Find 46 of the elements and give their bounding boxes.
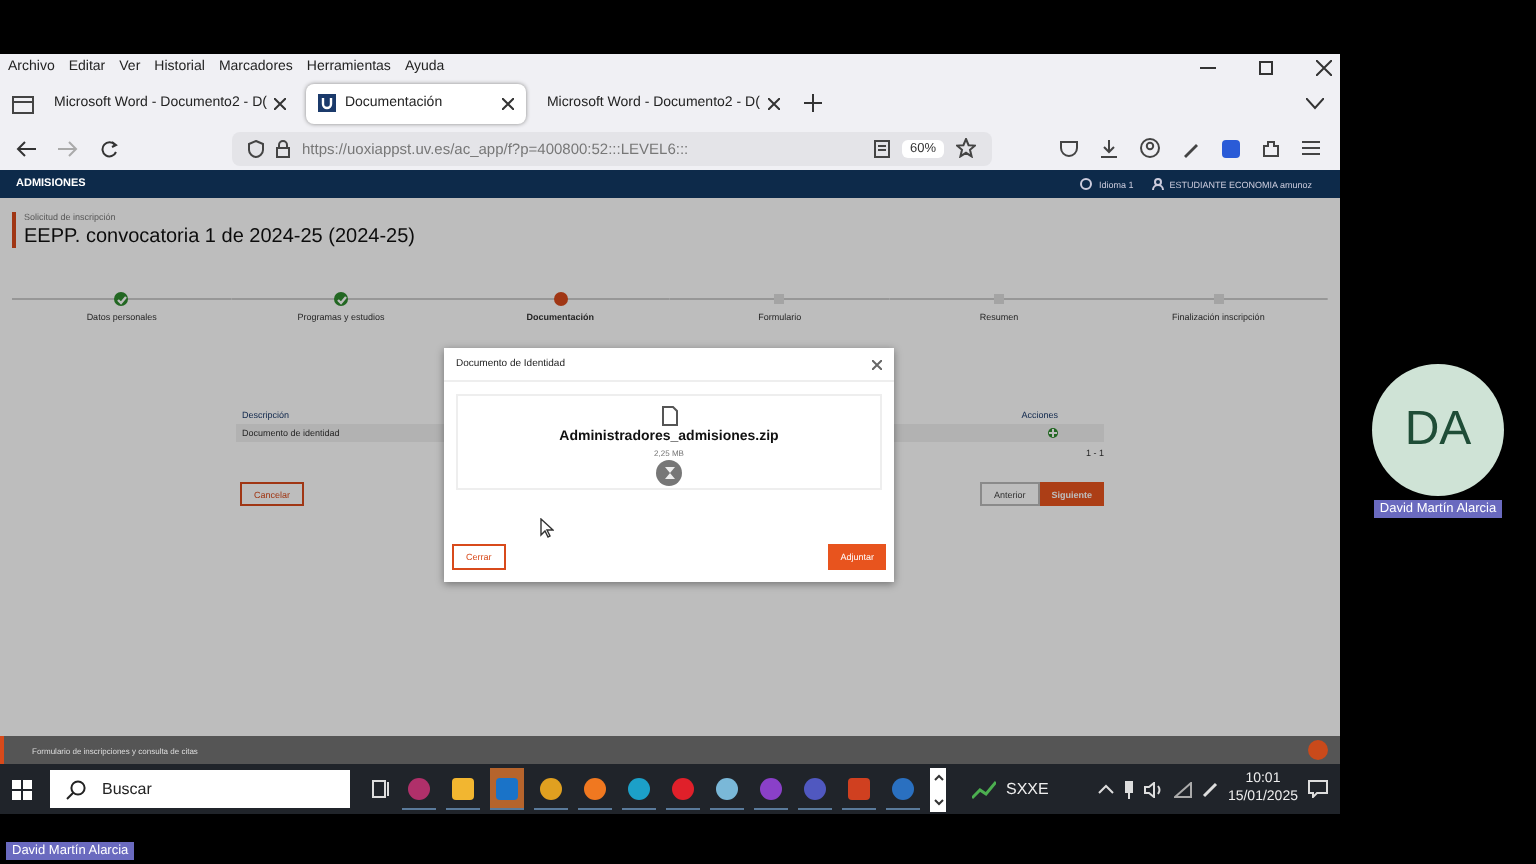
close-icon[interactable] bbox=[872, 359, 882, 369]
usb-icon[interactable] bbox=[1123, 779, 1134, 799]
add-icon[interactable] bbox=[1048, 428, 1058, 438]
menu-icon[interactable] bbox=[1302, 140, 1320, 156]
lock-icon bbox=[276, 139, 290, 157]
search-icon bbox=[66, 780, 86, 800]
pen-icon[interactable] bbox=[1201, 781, 1218, 797]
globe-icon bbox=[1080, 178, 1093, 190]
task-view-icon[interactable] bbox=[372, 780, 392, 798]
step-marker bbox=[553, 292, 568, 306]
file-icon bbox=[661, 406, 677, 426]
chevron-down-icon[interactable] bbox=[1306, 97, 1324, 109]
step-marker bbox=[774, 294, 785, 304]
page-title: EEPP. convocatoria 1 de 2024-25 (2024-25) bbox=[24, 226, 418, 248]
user-icon bbox=[1151, 178, 1164, 190]
windows-start-icon[interactable] bbox=[12, 779, 32, 799]
star-icon[interactable] bbox=[956, 138, 976, 158]
pen-icon[interactable] bbox=[1182, 139, 1200, 157]
speaker-icon[interactable] bbox=[1143, 781, 1164, 797]
step-check-icon bbox=[334, 292, 348, 306]
maximize-icon[interactable] bbox=[1258, 59, 1274, 75]
taskbar-search-field[interactable]: Buscar bbox=[50, 770, 350, 808]
reload-icon[interactable] bbox=[100, 139, 118, 157]
site-logo-icon bbox=[318, 94, 337, 112]
download-icon[interactable] bbox=[1100, 139, 1118, 157]
step-check-icon bbox=[114, 292, 129, 306]
step-marker bbox=[994, 294, 1005, 304]
participant-avatar: DA bbox=[1372, 364, 1504, 496]
close-icon[interactable] bbox=[274, 97, 287, 109]
new-tab-icon[interactable] bbox=[799, 90, 826, 116]
widget-text[interactable]: SXXE bbox=[1006, 780, 1049, 798]
shield-icon bbox=[248, 139, 264, 157]
extensions-icon[interactable] bbox=[1262, 139, 1280, 157]
notification-icon[interactable] bbox=[1308, 780, 1328, 798]
account-icon[interactable] bbox=[1140, 138, 1160, 158]
reader-view-icon[interactable] bbox=[873, 139, 890, 157]
step-marker bbox=[1213, 294, 1224, 304]
taskbar-scroll-control[interactable] bbox=[930, 767, 946, 811]
close-icon[interactable] bbox=[767, 97, 780, 109]
back-icon[interactable] bbox=[16, 139, 36, 157]
close-icon[interactable] bbox=[502, 97, 515, 109]
mouse-cursor-icon bbox=[540, 518, 554, 538]
chevron-up-icon[interactable] bbox=[1097, 784, 1114, 794]
stock-chart-icon[interactable] bbox=[972, 779, 996, 799]
close-icon[interactable] bbox=[1316, 59, 1332, 75]
tab-list-icon[interactable] bbox=[12, 93, 34, 113]
